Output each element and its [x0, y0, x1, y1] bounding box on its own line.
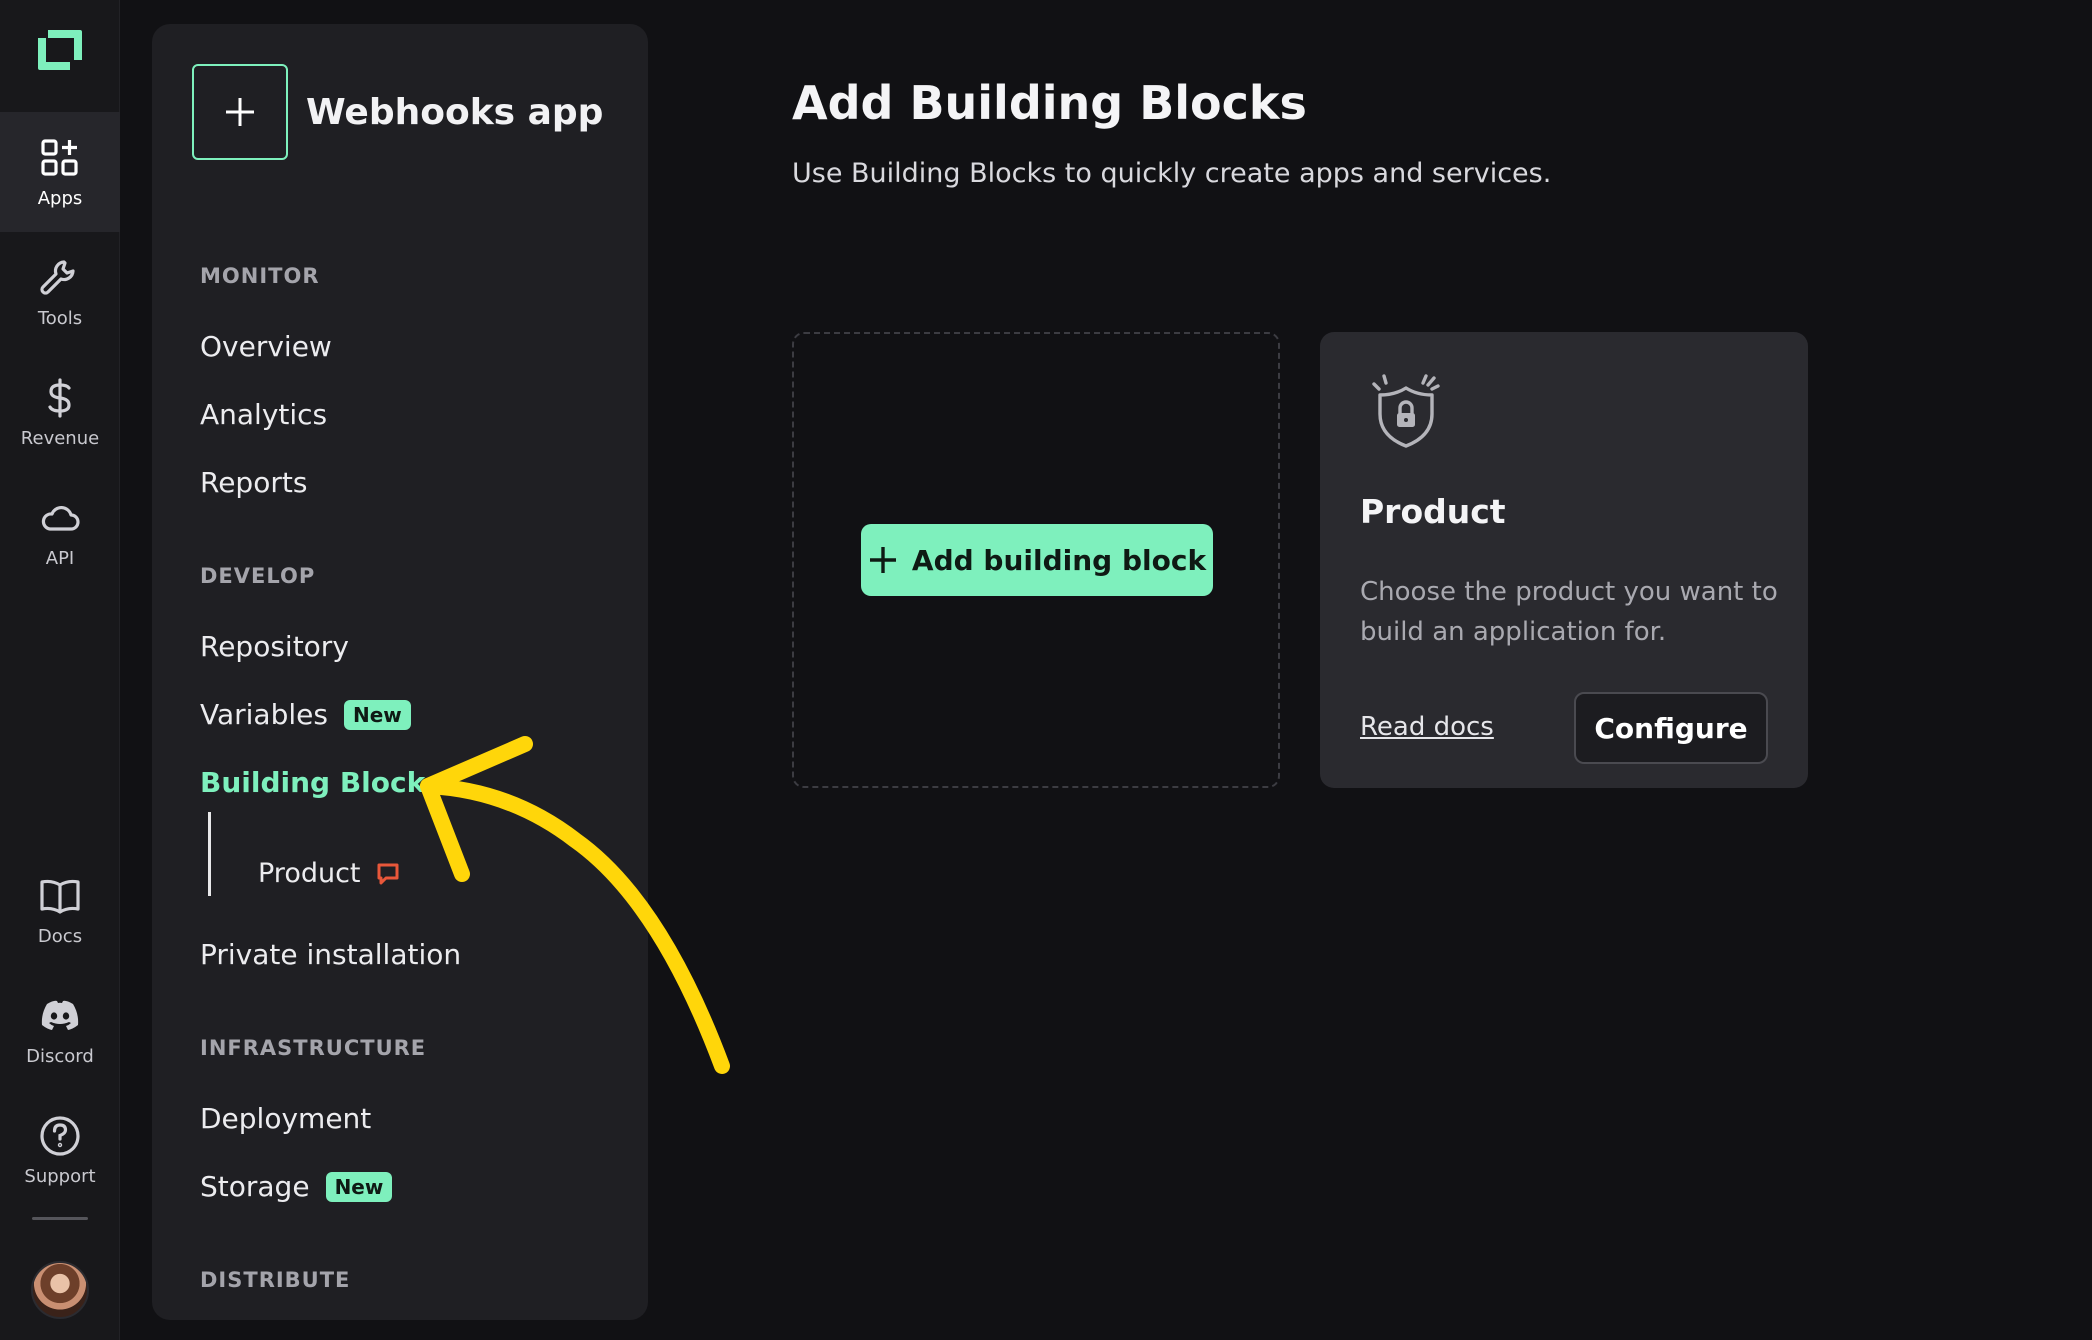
cloud-icon — [41, 505, 80, 531]
product-card-description: Choose the product you want to build an … — [1360, 577, 1778, 647]
empty-building-block-slot: Add building block — [792, 332, 1280, 788]
help-icon — [40, 1115, 80, 1156]
rail-item-api[interactable]: API — [0, 472, 120, 592]
product-card-title: Product — [1360, 492, 1506, 531]
app-title: Webhooks app — [306, 91, 604, 133]
rail-divider — [32, 1217, 88, 1220]
rail-label-support: Support — [24, 1165, 96, 1187]
section-label-develop: DEVELOP — [200, 564, 316, 588]
nav-item-deployment[interactable]: Deployment — [200, 1102, 371, 1135]
rail-item-tools[interactable]: Tools — [0, 232, 120, 352]
nav-label-storage: Storage — [200, 1170, 310, 1203]
new-badge: New — [343, 699, 411, 730]
rail-item-docs[interactable]: Docs — [0, 850, 120, 970]
app-header: Webhooks app — [192, 64, 603, 160]
add-building-block-label: Add building block — [911, 543, 1207, 577]
apps-icon — [41, 138, 78, 176]
nav-label-repository: Repository — [200, 630, 349, 663]
rail-label-api: API — [45, 547, 75, 569]
app-add-button[interactable] — [192, 64, 288, 160]
configure-button[interactable]: Configure — [1574, 692, 1768, 764]
user-avatar[interactable] — [31, 1261, 89, 1319]
wrench-icon — [40, 259, 75, 295]
rail-label-apps: Apps — [37, 187, 83, 209]
nav-label-private-installation: Private installation — [200, 938, 462, 971]
nav-label-overview: Overview — [200, 330, 332, 363]
section-label-monitor: MONITOR — [200, 264, 320, 288]
rail-item-discord[interactable]: Discord — [0, 970, 120, 1090]
read-docs-link[interactable]: Read docs — [1360, 712, 1494, 742]
nav-label-analytics: Analytics — [200, 398, 328, 431]
nav-item-analytics[interactable]: Analytics — [200, 398, 327, 431]
rail-item-revenue[interactable]: Revenue — [0, 352, 120, 472]
nav-label-deployment: Deployment — [200, 1102, 372, 1135]
nav-item-building-blocks[interactable]: Building Blocks — [200, 766, 442, 799]
subnav-label-product: Product — [258, 858, 361, 889]
icon-rail: Apps Tools Revenue API Docs Discord Supp… — [0, 0, 120, 1340]
chat-bubble-icon — [377, 863, 399, 884]
nav-item-storage[interactable]: Storage New — [200, 1170, 393, 1203]
nav-item-private-installation[interactable]: Private installation — [200, 938, 461, 971]
page-title: Add Building Blocks — [792, 76, 1307, 130]
rail-label-tools: Tools — [37, 307, 83, 329]
product-building-block-card: Product Choose the product you want to b… — [1320, 332, 1808, 788]
logo-icon[interactable] — [34, 26, 86, 74]
section-label-infrastructure: INFRASTRUCTURE — [200, 1036, 427, 1060]
app-sidebar: Webhooks app MONITOR Overview Analytics … — [152, 24, 648, 1320]
rail-label-discord: Discord — [26, 1045, 94, 1067]
rail-label-revenue: Revenue — [20, 427, 100, 449]
rail-label-docs: Docs — [37, 925, 83, 947]
nav-item-repository[interactable]: Repository — [200, 630, 349, 663]
subnav-item-product[interactable]: Product — [258, 858, 401, 889]
section-label-distribute: DISTRIBUTE — [200, 1268, 351, 1292]
nav-label-building-blocks: Building Blocks — [200, 766, 442, 799]
subnav-indicator-line — [208, 812, 211, 896]
plus-icon — [226, 98, 254, 126]
dollar-icon — [48, 377, 71, 418]
nav-label-reports: Reports — [200, 466, 308, 499]
discord-icon — [41, 1000, 79, 1030]
plus-icon — [869, 547, 896, 573]
add-building-block-button[interactable]: Add building block — [861, 524, 1213, 596]
rail-item-support[interactable]: Support — [0, 1090, 120, 1210]
nav-item-variables[interactable]: Variables New — [200, 698, 411, 731]
nav-label-variables: Variables — [200, 698, 328, 731]
page-subtitle: Use Building Blocks to quickly create ap… — [792, 158, 1552, 189]
shield-lock-icon — [1372, 374, 1440, 448]
nav-item-reports[interactable]: Reports — [200, 466, 307, 499]
book-icon — [40, 879, 80, 914]
nav-item-overview[interactable]: Overview — [200, 330, 332, 363]
rail-item-apps[interactable]: Apps — [0, 112, 120, 232]
new-badge: New — [325, 1171, 393, 1202]
